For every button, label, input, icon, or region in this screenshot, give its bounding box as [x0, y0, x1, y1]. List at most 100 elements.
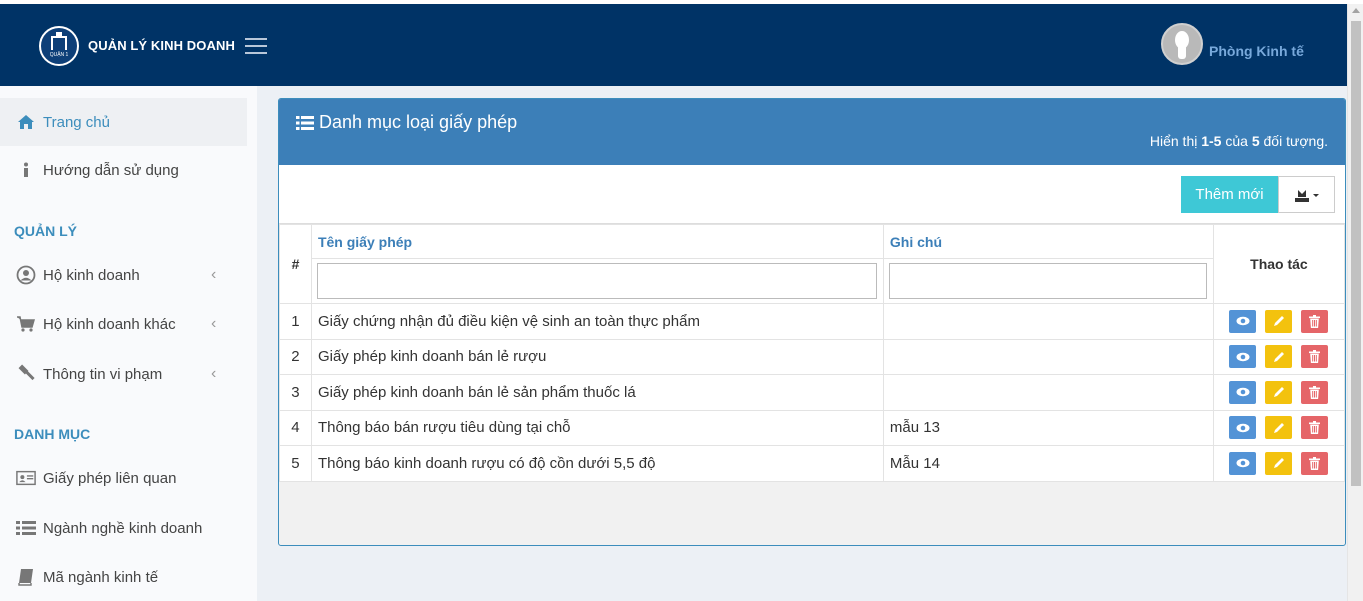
row-license-name: Giấy phép kinh doanh bán lẻ sản phẩm thu…	[310, 374, 884, 411]
row-note	[882, 338, 1214, 375]
edit-button[interactable]	[1265, 380, 1293, 404]
panel-title: Danh mục loại giấy phép	[296, 112, 517, 133]
row-actions	[1212, 374, 1345, 411]
sidebar-item-label: Trang chủ	[43, 113, 110, 131]
eye-icon	[1236, 388, 1250, 397]
info-icon	[16, 160, 36, 180]
column-header-name[interactable]: Tên giấy phép	[310, 224, 884, 259]
row-actions	[1212, 338, 1345, 375]
sidebar-item-label: Mã ngành kinh tế	[43, 568, 159, 586]
sidebar-item-economic-codes[interactable]: Mã ngành kinh tế	[0, 553, 247, 601]
trash-icon	[1309, 421, 1321, 435]
view-button[interactable]	[1229, 416, 1257, 440]
list-icon	[16, 518, 36, 538]
pencil-icon	[1273, 422, 1284, 433]
gavel-icon	[16, 364, 36, 384]
sidebar-item-violations[interactable]: Thông tin vi phạm ‹	[0, 350, 247, 398]
view-button[interactable]	[1229, 380, 1257, 404]
delete-button[interactable]	[1301, 416, 1329, 440]
user-avatar[interactable]	[1161, 23, 1203, 65]
pencil-icon	[1273, 458, 1284, 469]
row-actions	[1212, 409, 1345, 446]
pencil-icon	[1273, 387, 1284, 398]
eye-icon	[1236, 423, 1250, 432]
row-number: 5	[279, 445, 312, 482]
home-icon	[16, 112, 36, 132]
eye-icon	[1236, 459, 1250, 468]
row-note: Mẫu 14	[882, 445, 1214, 482]
table-row: 5 Thông báo kinh doanh rượu có độ cồn dướ…	[279, 445, 1345, 482]
column-header-actions: Thao tác	[1212, 224, 1345, 304]
delete-button[interactable]	[1301, 380, 1329, 404]
sidebar-item-business-sectors[interactable]: Ngành nghề kinh doanh	[0, 504, 247, 552]
sidebar-item-home[interactable]: Trang chủ	[0, 98, 247, 146]
export-icon	[1294, 189, 1319, 202]
row-actions	[1212, 303, 1345, 340]
user-circle-icon	[16, 265, 36, 285]
add-new-button[interactable]: Thêm mới	[1181, 176, 1278, 213]
row-number: 3	[279, 374, 312, 411]
panel-title-text: Danh mục loại giấy phép	[319, 112, 518, 132]
scroll-thumb[interactable]	[1351, 21, 1361, 486]
sidebar-item-label: Hướng dẫn sử dụng	[43, 161, 179, 179]
eye-icon	[1236, 317, 1250, 326]
sidebar-item-label: Hộ kinh doanh	[43, 266, 140, 284]
column-header-note[interactable]: Ghi chú	[882, 224, 1214, 259]
name-filter-input[interactable]	[316, 263, 877, 299]
note-filter-input[interactable]	[888, 263, 1207, 299]
sidebar-item-guide[interactable]: Hướng dẫn sử dụng	[0, 146, 247, 194]
book-icon	[16, 567, 36, 587]
sidebar-item-label: Ngành nghề kinh doanh	[43, 519, 203, 537]
row-license-name: Giấy phép kinh doanh bán lẻ rượu	[310, 338, 884, 375]
district-logo[interactable]: QUẬN 1	[39, 26, 79, 66]
row-note	[882, 374, 1214, 411]
panel-header: Danh mục loại giấy phép Hiển thị 1-5 của…	[279, 99, 1345, 165]
logo-building-icon	[51, 36, 67, 50]
user-name[interactable]: Phòng Kinh tế	[1209, 43, 1304, 59]
row-actions	[1212, 445, 1345, 482]
sidebar-section-manage: QUẢN LÝ	[14, 223, 77, 239]
sidebar-item-other-households[interactable]: Hộ kinh doanh khác ‹	[0, 300, 247, 348]
sidebar-item-label: Giấy phép liên quan	[43, 469, 177, 487]
app-brand[interactable]: QUẢN LÝ KINH DOANH	[88, 38, 235, 53]
menu-toggle-icon[interactable]	[245, 38, 267, 54]
delete-button[interactable]	[1301, 309, 1329, 333]
panel-toolbar: Thêm mới	[279, 165, 1345, 224]
view-button[interactable]	[1229, 451, 1257, 475]
page-scrollbar[interactable]	[1347, 4, 1363, 601]
view-button[interactable]	[1229, 345, 1257, 369]
id-card-icon	[16, 468, 36, 488]
delete-button[interactable]	[1301, 451, 1329, 475]
column-header-num: #	[279, 224, 312, 304]
sidebar-section-catalog: DANH MỤC	[14, 426, 91, 442]
edit-button[interactable]	[1265, 416, 1293, 440]
row-license-name: Thông báo kinh doanh rượu có độ cồn dưới…	[310, 445, 884, 482]
export-dropdown-button[interactable]	[1278, 176, 1335, 213]
edit-button[interactable]	[1265, 451, 1293, 475]
trash-icon	[1309, 350, 1321, 364]
sidebar: Trang chủ Hướng dẫn sử dụng QUẢN LÝ Hộ k…	[0, 86, 257, 601]
sidebar-item-households[interactable]: Hộ kinh doanh ‹	[0, 251, 247, 299]
pencil-icon	[1273, 351, 1284, 362]
record-summary: Hiển thị 1-5 của 5 đối tượng.	[1149, 133, 1328, 149]
edit-button[interactable]	[1265, 345, 1293, 369]
edit-button[interactable]	[1265, 309, 1293, 333]
license-type-table: # Tên giấy phép Ghi chú Thao tác 1 Giấy c…	[279, 224, 1345, 482]
trash-icon	[1309, 314, 1321, 328]
table-row: 4 Thông báo bán rượu tiêu dùng tại chỗ mẫu…	[279, 409, 1345, 446]
row-license-name: Thông báo bán rượu tiêu dùng tại chỗ	[310, 409, 884, 446]
note-filter-cell	[882, 258, 1214, 304]
trash-icon	[1309, 456, 1321, 470]
delete-button[interactable]	[1301, 345, 1329, 369]
view-button[interactable]	[1229, 309, 1257, 333]
scroll-up-arrow-icon[interactable]	[1352, 8, 1360, 13]
row-number: 4	[279, 409, 312, 446]
chevron-left-icon: ‹	[211, 365, 217, 382]
row-note: mẫu 13	[882, 409, 1214, 446]
license-type-panel: Danh mục loại giấy phép Hiển thị 1-5 của…	[278, 98, 1346, 546]
sidebar-item-related-licenses[interactable]: Giấy phép liên quan	[0, 454, 247, 502]
row-number: 1	[279, 303, 312, 340]
sidebar-item-label: Hộ kinh doanh khác	[43, 315, 176, 333]
table-row: 2 Giấy phép kinh doanh bán lẻ rượu	[279, 338, 1345, 375]
table-row: 1 Giấy chứng nhận đủ điều kiện vệ sinh an…	[279, 303, 1345, 340]
